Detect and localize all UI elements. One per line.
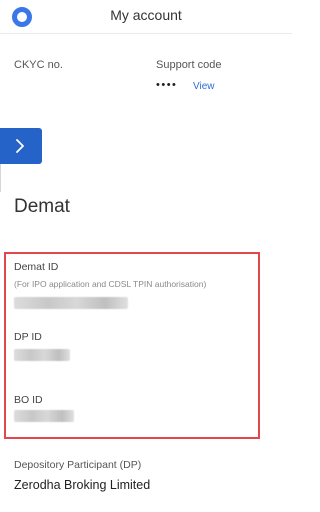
demat-id-hint: (For IPO application and CDSL TPIN autho… <box>14 279 207 289</box>
view-support-code-link[interactable]: View <box>193 81 215 92</box>
dp-id-label: DP ID <box>14 331 42 343</box>
app-header: My account <box>0 0 292 34</box>
divider-line <box>0 164 1 192</box>
bo-id-label: BO ID <box>14 394 43 406</box>
demat-id-label: Demat ID <box>14 261 59 273</box>
support-code-masked: •••• <box>156 79 178 91</box>
chevron-right-icon <box>16 139 24 153</box>
support-code-label: Support code <box>156 59 222 71</box>
page-title: My account <box>110 7 182 23</box>
dp-value: Zerodha Broking Limited <box>14 478 151 492</box>
ckyc-label: CKYC no. <box>14 59 63 71</box>
dp-id-value-redacted <box>14 349 70 361</box>
bo-id-value-redacted <box>14 410 74 422</box>
section-title-demat: Demat <box>14 196 70 217</box>
demat-id-value-redacted <box>14 297 128 309</box>
expand-button[interactable] <box>0 128 42 164</box>
dp-label: Depository Participant (DP) <box>14 459 142 471</box>
